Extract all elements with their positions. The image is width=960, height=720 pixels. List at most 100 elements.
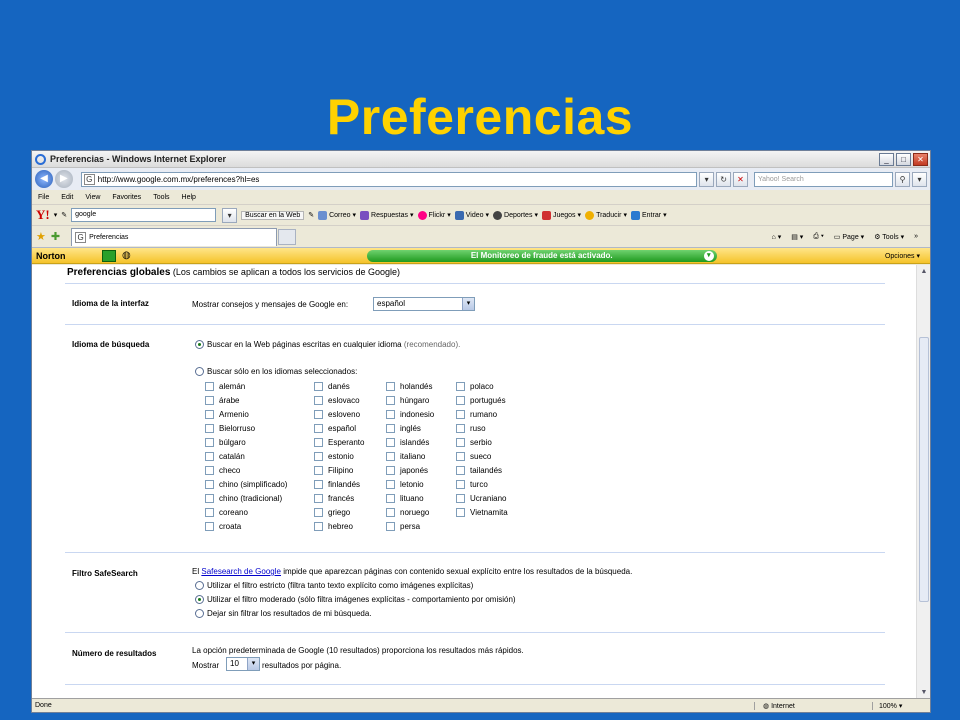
language-checkbox[interactable] — [205, 381, 214, 391]
flickr-item[interactable]: Flickr ▾ — [417, 210, 451, 220]
language-option[interactable]: búlgaro — [205, 435, 287, 449]
radio-selected-languages[interactable] — [195, 367, 204, 376]
language-option[interactable]: chino (simplificado) — [205, 477, 287, 491]
norton-status-bar[interactable]: El Monitoreo de fraude está activado. ▾ — [366, 249, 717, 262]
language-checkbox[interactable] — [386, 493, 395, 503]
language-checkbox[interactable] — [386, 451, 395, 461]
language-option[interactable]: francés — [314, 491, 364, 505]
new-tab-button[interactable] — [278, 228, 297, 245]
add-favorites-icon[interactable]: ✚ — [51, 230, 60, 243]
yahoo-search-input[interactable]: Yahoo! Search — [753, 171, 894, 187]
language-checkbox[interactable] — [314, 507, 323, 517]
yahoo-menu-arrow-icon[interactable]: ▾ — [54, 211, 58, 219]
language-option[interactable]: serbio — [456, 435, 508, 449]
yahoo-search-dropdown[interactable]: ▾ — [222, 207, 238, 223]
language-checkbox[interactable] — [314, 465, 323, 475]
language-option[interactable]: italiano — [386, 449, 434, 463]
menu-view[interactable]: View — [85, 194, 100, 201]
language-checkbox[interactable] — [456, 437, 465, 447]
scroll-thumb[interactable] — [919, 337, 929, 602]
language-checkbox[interactable] — [456, 381, 465, 391]
language-option[interactable]: árabe — [205, 393, 287, 407]
language-checkbox[interactable] — [205, 465, 214, 475]
tools-menu[interactable]: ⚙ Tools ▾ — [874, 233, 904, 241]
language-checkbox[interactable] — [205, 451, 214, 461]
language-checkbox[interactable] — [456, 479, 465, 489]
language-option[interactable]: Vietnamita — [456, 505, 508, 519]
language-checkbox[interactable] — [314, 479, 323, 489]
language-option[interactable]: catalán — [205, 449, 287, 463]
language-option[interactable]: Ucraniano — [456, 491, 508, 505]
language-option[interactable]: alemán — [205, 379, 287, 393]
pencil-icon[interactable]: ✎ — [61, 211, 67, 219]
back-button[interactable]: ◀ — [35, 170, 53, 188]
language-checkbox[interactable] — [386, 409, 395, 419]
url-dropdown-button[interactable]: ▾ — [699, 171, 715, 187]
language-checkbox[interactable] — [205, 395, 214, 405]
yahoo-toolbar-search[interactable]: google — [71, 208, 217, 222]
language-option[interactable]: persa — [386, 519, 434, 533]
games-item[interactable]: Juegos ▾ — [541, 210, 581, 220]
norton-dropdown-icon[interactable]: ▾ — [703, 250, 714, 261]
language-checkbox[interactable] — [386, 381, 395, 391]
language-option[interactable]: Bielorruso — [205, 421, 287, 435]
language-option[interactable]: estonio — [314, 449, 364, 463]
vertical-scrollbar[interactable]: ▲ ▼ — [916, 265, 930, 700]
language-option[interactable]: rumano — [456, 407, 508, 421]
close-button[interactable]: ✕ — [913, 152, 928, 166]
language-option[interactable]: inglés — [386, 421, 434, 435]
answers-item[interactable]: Respuestas ▾ — [360, 210, 414, 220]
language-checkbox[interactable] — [456, 465, 465, 475]
menu-edit[interactable]: Edit — [61, 194, 73, 201]
language-checkbox[interactable] — [314, 493, 323, 503]
language-option[interactable]: Filipino — [314, 463, 364, 477]
sports-item[interactable]: Deportes ▾ — [493, 210, 538, 220]
stop-icon[interactable]: ✕ — [733, 171, 748, 187]
tab-preferencias[interactable]: G Preferencias — [71, 227, 278, 246]
language-checkbox[interactable] — [205, 437, 214, 447]
language-checkbox[interactable] — [386, 479, 395, 489]
language-checkbox[interactable] — [205, 423, 214, 433]
language-option[interactable]: Esperanto — [314, 435, 364, 449]
language-checkbox[interactable] — [205, 493, 214, 503]
language-option[interactable]: finlandés — [314, 477, 364, 491]
language-option[interactable]: danés — [314, 379, 364, 393]
language-option[interactable]: tailandés — [456, 463, 508, 477]
mail-item[interactable]: Correo ▾ — [318, 210, 356, 220]
scroll-up-icon[interactable]: ▲ — [918, 266, 930, 278]
language-option[interactable]: español — [314, 421, 364, 435]
language-checkbox[interactable] — [456, 451, 465, 461]
language-option[interactable]: húngaro — [386, 393, 434, 407]
radio-no-filter[interactable] — [195, 609, 204, 618]
language-option[interactable]: noruego — [386, 505, 434, 519]
language-option[interactable]: holandés — [386, 379, 434, 393]
radio-strict-filter[interactable] — [195, 581, 204, 590]
yahoo-logo-icon[interactable]: Y! — [36, 207, 50, 223]
language-checkbox[interactable] — [456, 493, 465, 503]
language-option[interactable]: griego — [314, 505, 364, 519]
interface-lang-select[interactable]: español ▾ — [373, 297, 475, 311]
language-option[interactable]: eslovaco — [314, 393, 364, 407]
language-option[interactable]: turco — [456, 477, 508, 491]
menu-tools[interactable]: Tools — [153, 194, 169, 201]
maximize-button[interactable]: □ — [896, 152, 911, 166]
language-checkbox[interactable] — [314, 409, 323, 419]
language-option[interactable]: Armenio — [205, 407, 287, 421]
web-search-button[interactable]: Buscar en la Web — [241, 210, 305, 220]
language-option[interactable]: indonesio — [386, 407, 434, 421]
results-count-select[interactable]: 10 ▾ — [226, 657, 260, 671]
home-icon[interactable]: ⌂ ▾ — [772, 233, 782, 241]
favorites-star-icon[interactable]: ★ — [36, 230, 46, 243]
language-option[interactable]: croata — [205, 519, 287, 533]
language-checkbox[interactable] — [386, 465, 395, 475]
language-checkbox[interactable] — [314, 423, 323, 433]
video-item[interactable]: Video ▾ — [454, 210, 489, 220]
language-checkbox[interactable] — [314, 437, 323, 447]
refresh-icon[interactable]: ↻ — [716, 171, 732, 187]
language-checkbox[interactable] — [314, 381, 323, 391]
highlight-icon[interactable]: ✎ — [308, 211, 314, 219]
zoom-level[interactable]: 100% ▾ — [872, 701, 930, 710]
feeds-icon[interactable]: ▤ ▾ — [791, 233, 803, 241]
language-option[interactable]: letonio — [386, 477, 434, 491]
language-checkbox[interactable] — [314, 451, 323, 461]
